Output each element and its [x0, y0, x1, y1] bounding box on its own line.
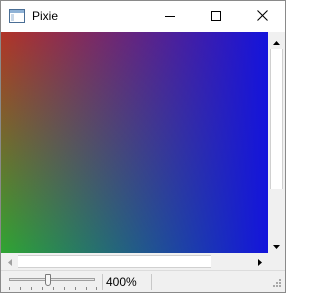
- vertical-scroll-thumb[interactable]: [270, 49, 283, 189]
- status-separator: [151, 274, 152, 290]
- resize-grip-icon[interactable]: [269, 277, 283, 291]
- scroll-down-arrow-icon: [273, 238, 280, 252]
- color-gradient: [1, 32, 268, 253]
- zoom-slider-tick: [75, 287, 76, 290]
- app-window-icon: [9, 9, 25, 23]
- horizontal-scrollbar[interactable]: [1, 253, 268, 270]
- scroll-up-arrow-icon: [273, 34, 280, 48]
- scroll-left-arrow-icon: [7, 255, 12, 269]
- scroll-right-button[interactable]: [251, 253, 268, 270]
- minimize-button[interactable]: [147, 1, 193, 32]
- zoom-slider-tick: [86, 287, 87, 290]
- zoom-slider-tick: [31, 287, 32, 290]
- scroll-up-button[interactable]: [268, 32, 285, 49]
- scroll-right-arrow-icon: [257, 255, 262, 269]
- title-bar[interactable]: Pixie: [1, 1, 285, 32]
- scroll-down-button[interactable]: [268, 236, 285, 253]
- zoom-slider-tick: [64, 287, 65, 290]
- zoom-slider-tick: [42, 287, 43, 290]
- zoom-slider[interactable]: [7, 273, 99, 291]
- status-bar: 400%: [1, 270, 285, 292]
- app-window: Pixie 400%: [0, 0, 286, 293]
- vertical-scrollbar[interactable]: [268, 32, 285, 253]
- window-title: Pixie: [32, 9, 59, 23]
- client-area: [1, 32, 285, 270]
- zoom-slider-tick: [53, 287, 54, 290]
- scroll-left-button[interactable]: [1, 253, 18, 270]
- zoom-slider-thumb[interactable]: [44, 274, 51, 286]
- minimize-icon: [165, 10, 175, 24]
- image-canvas[interactable]: [1, 32, 268, 253]
- maximize-button[interactable]: [193, 1, 239, 32]
- zoom-slider-rail: [9, 278, 95, 281]
- zoom-level: 400%: [106, 275, 137, 289]
- zoom-slider-tick: [20, 287, 21, 290]
- close-icon: [256, 9, 268, 24]
- scrollbar-corner: [268, 253, 285, 270]
- close-button[interactable]: [239, 1, 285, 32]
- maximize-icon: [211, 10, 221, 24]
- zoom-slider-tick: [96, 287, 97, 290]
- zoom-slider-tick: [9, 287, 10, 290]
- horizontal-scroll-thumb[interactable]: [18, 255, 211, 268]
- status-separator: [102, 274, 103, 290]
